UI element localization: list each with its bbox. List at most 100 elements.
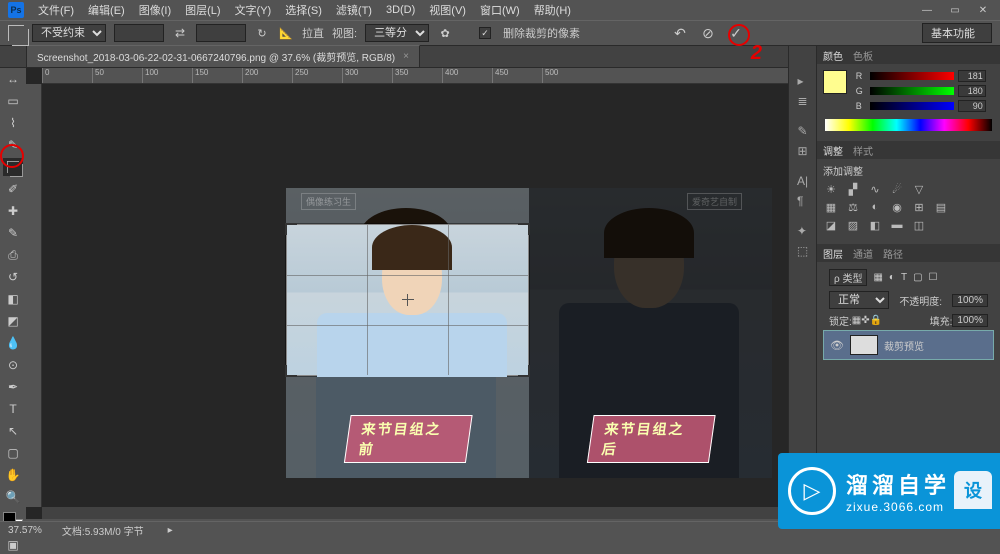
document-tab[interactable]: Screenshot_2018-03-06-22-02-31-066724079… — [26, 45, 420, 67]
eyedropper-tool-icon[interactable]: ✐ — [3, 180, 23, 198]
tab-channels[interactable]: 通道 — [853, 246, 873, 261]
filter-smart-icon[interactable]: ☐ — [929, 272, 938, 283]
adj-levels-icon[interactable]: ▞ — [845, 182, 861, 196]
menu-view[interactable]: 视图(V) — [429, 2, 466, 18]
paragraph-panel-icon[interactable]: ¶ — [797, 194, 808, 208]
horizontal-scrollbar[interactable] — [42, 507, 804, 519]
tab-adjustments[interactable]: 调整 — [823, 143, 843, 158]
healing-brush-tool-icon[interactable]: ✚ — [3, 202, 23, 220]
adj-selective-icon[interactable]: ◫ — [911, 218, 927, 232]
adj-gradient-map-icon[interactable]: ▬ — [889, 218, 905, 232]
hand-tool-icon[interactable]: ✋ — [3, 466, 23, 484]
menu-select[interactable]: 选择(S) — [285, 2, 322, 18]
quick-select-tool-icon[interactable]: ✎ — [3, 136, 23, 154]
b-slider[interactable] — [870, 102, 954, 110]
color-spectrum[interactable] — [825, 119, 992, 131]
window-minimize-icon[interactable]: — — [918, 3, 936, 17]
adj-channel-mixer-icon[interactable]: ⊞ — [911, 200, 927, 214]
history-brush-tool-icon[interactable]: ↺ — [3, 268, 23, 286]
adj-threshold-icon[interactable]: ◧ — [867, 218, 883, 232]
tab-swatches[interactable]: 色板 — [853, 48, 873, 63]
menu-layer[interactable]: 图层(L) — [185, 2, 220, 18]
tab-styles[interactable]: 样式 — [853, 143, 873, 158]
menu-file[interactable]: 文件(F) — [38, 2, 74, 18]
window-close-icon[interactable]: ✕ — [974, 3, 992, 17]
swap-dimensions-icon[interactable]: ⇄ — [172, 25, 188, 41]
adj-photo-filter-icon[interactable]: ◉ — [889, 200, 905, 214]
crop-ratio-preset[interactable]: 不受约束 — [32, 24, 106, 42]
tab-color[interactable]: 颜色 — [823, 48, 843, 63]
straighten-icon[interactable]: 📐 — [278, 25, 294, 41]
crop-selection[interactable] — [286, 224, 529, 376]
crop-height-input[interactable] — [196, 24, 246, 42]
dodge-tool-icon[interactable]: ⊙ — [3, 356, 23, 374]
settings-badge[interactable]: 设 — [954, 471, 992, 509]
character-panel-icon[interactable]: A| — [797, 174, 808, 188]
crop-width-input[interactable] — [114, 24, 164, 42]
pen-tool-icon[interactable]: ✒ — [3, 378, 23, 396]
adj-balance-icon[interactable]: ⚖ — [845, 200, 861, 214]
document-tab-close-icon[interactable]: × — [403, 51, 409, 62]
brush-panel-icon[interactable]: ✎ — [797, 124, 807, 138]
crop-tool-icon[interactable] — [3, 158, 23, 176]
filter-pixel-icon[interactable]: ▦ — [873, 272, 882, 283]
tab-paths[interactable]: 路径 — [883, 246, 903, 261]
move-tool-icon[interactable]: ↔ — [3, 70, 23, 88]
crop-handle-br[interactable] — [518, 365, 530, 377]
crop-handle-bl[interactable] — [285, 365, 297, 377]
fill-value[interactable]: 100% — [952, 314, 988, 327]
adj-curves-icon[interactable]: ∿ — [867, 182, 883, 196]
adj-brightness-icon[interactable]: ☀ — [823, 182, 839, 196]
lock-position-icon[interactable]: ✜ — [861, 315, 869, 326]
adj-invert-icon[interactable]: ◪ — [823, 218, 839, 232]
workspace-switcher[interactable]: 基本功能 — [922, 23, 992, 43]
reset-crop-icon[interactable]: ↶ — [671, 24, 689, 42]
menu-image[interactable]: 图像(I) — [139, 2, 171, 18]
g-slider[interactable] — [870, 87, 954, 95]
rectangle-tool-icon[interactable]: ▢ — [3, 444, 23, 462]
zoom-level[interactable]: 37.57% — [8, 525, 42, 536]
adj-exposure-icon[interactable]: ☄ — [889, 182, 905, 196]
brush-presets-panel-icon[interactable]: ⊞ — [797, 144, 807, 158]
cancel-crop-icon[interactable]: ⊘ — [699, 24, 717, 42]
layer-thumbnail[interactable] — [850, 335, 878, 355]
menu-edit[interactable]: 编辑(E) — [88, 2, 125, 18]
menu-filter[interactable]: 滤镜(T) — [336, 2, 372, 18]
doc-info-arrow-icon[interactable]: ▸ — [168, 525, 173, 536]
document-canvas[interactable]: 偶像练习生 来节目组之前 爱奇艺自制 来节目组之后 — [286, 188, 772, 478]
type-tool-icon[interactable]: T — [3, 400, 23, 418]
clear-icon[interactable]: ↻ — [254, 25, 270, 41]
lasso-tool-icon[interactable]: ⌇ — [3, 114, 23, 132]
r-slider[interactable] — [870, 72, 954, 80]
b-value[interactable]: 90 — [958, 100, 986, 112]
foreground-color-swatch[interactable] — [823, 70, 847, 94]
crop-options-gear-icon[interactable]: ✿ — [437, 25, 453, 41]
commit-crop-icon[interactable]: ✓ — [727, 24, 745, 42]
layer-name[interactable]: 裁剪预览 — [884, 338, 924, 353]
tab-layers[interactable]: 图层 — [823, 246, 843, 261]
crop-handle-tl[interactable] — [285, 223, 297, 235]
doc-info[interactable]: 文档:5.93M/0 字节 — [62, 523, 144, 538]
3d-panel-icon[interactable]: ⬚ — [797, 244, 808, 258]
adj-lookup-icon[interactable]: ▤ — [933, 200, 949, 214]
opacity-value[interactable]: 100% — [952, 294, 988, 307]
layer-item[interactable]: 👁 裁剪预览 — [823, 330, 994, 360]
zoom-tool-icon[interactable]: 🔍 — [3, 488, 23, 506]
menu-help[interactable]: 帮助(H) — [534, 2, 571, 18]
filter-shape-icon[interactable]: ▢ — [913, 272, 922, 283]
delete-cropped-checkbox[interactable]: ✓ — [479, 27, 491, 39]
menu-window[interactable]: 窗口(W) — [480, 2, 520, 18]
window-restore-icon[interactable]: ▭ — [946, 3, 964, 17]
r-value[interactable]: 181 — [958, 70, 986, 82]
blur-tool-icon[interactable]: 💧 — [3, 334, 23, 352]
path-select-tool-icon[interactable]: ↖ — [3, 422, 23, 440]
blend-mode-select[interactable]: 正常 — [829, 291, 889, 309]
crop-handle-tr[interactable] — [518, 223, 530, 235]
adj-bw-icon[interactable]: ◐ — [867, 200, 883, 214]
clone-stamp-tool-icon[interactable]: ⎙ — [3, 246, 23, 264]
actions-panel-icon[interactable]: ≣ — [797, 94, 807, 108]
navigator-panel-icon[interactable]: ✦ — [797, 224, 808, 238]
menu-3d[interactable]: 3D(D) — [386, 4, 415, 16]
eraser-tool-icon[interactable]: ◧ — [3, 290, 23, 308]
layer-filter-kind[interactable]: ρ 类型 — [829, 269, 867, 286]
